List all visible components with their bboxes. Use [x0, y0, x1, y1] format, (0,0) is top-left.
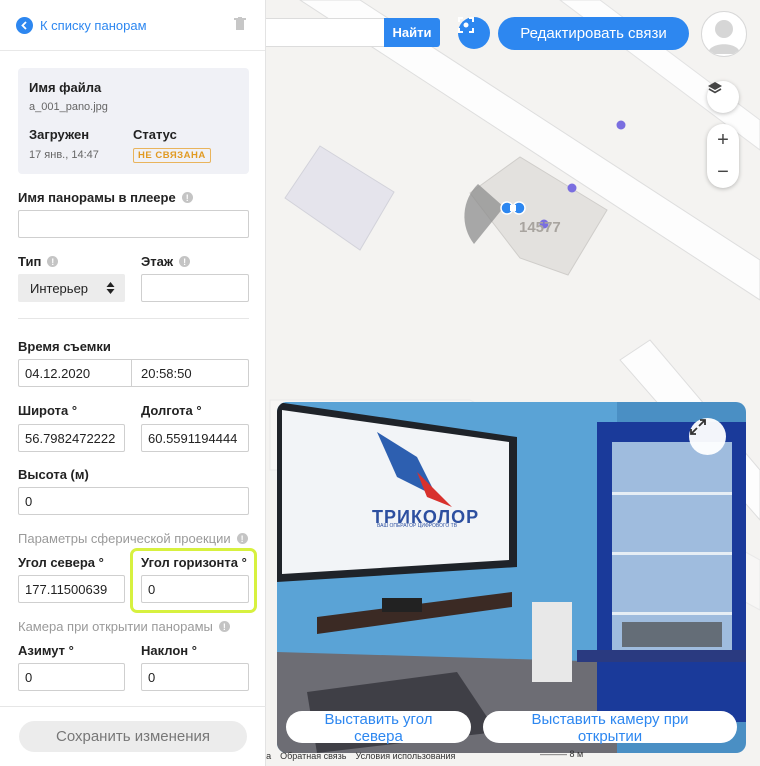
expand-panorama-button[interactable]	[689, 418, 726, 455]
type-label: Тип!	[18, 254, 59, 269]
longitude-input[interactable]	[141, 424, 249, 452]
azimuth-label: Азимут °	[18, 643, 74, 658]
panorama-image	[277, 402, 746, 753]
user-icon	[708, 20, 740, 54]
longitude-label: Долгота °	[141, 403, 202, 418]
back-icon[interactable]	[16, 16, 33, 34]
map-scale: ——— 8 м	[540, 749, 583, 759]
target-icon	[458, 17, 474, 33]
latitude-label: Широта °	[18, 403, 78, 418]
focus-target-button[interactable]	[458, 17, 490, 49]
file-name-value: a_001_pano.jpg	[29, 101, 108, 113]
expand-icon	[690, 419, 706, 435]
zoom-in-button[interactable]: +	[707, 124, 739, 156]
zoom-out-button[interactable]: −	[707, 156, 739, 188]
set-north-angle-button[interactable]: Выставить угол севера	[286, 711, 471, 745]
info-icon[interactable]: !	[179, 256, 191, 267]
azimuth-input[interactable]	[18, 663, 125, 691]
tv-tagline-text: ВАШ ОПЕРАТОР ЦИФРОВОГО ТВ	[377, 523, 458, 529]
scale-label: 8 м	[569, 749, 584, 759]
type-select-value: Интерьер	[30, 280, 89, 296]
info-icon[interactable]: !	[47, 256, 59, 267]
chevron-left-icon	[21, 20, 27, 30]
height-input[interactable]	[18, 487, 249, 515]
shot-time-input[interactable]	[131, 359, 249, 387]
map-search-input[interactable]	[258, 18, 384, 47]
tilt-input[interactable]	[141, 663, 249, 691]
uploaded-value: 17 янв., 14:47	[29, 149, 99, 161]
layers-icon	[708, 82, 722, 94]
file-info-card: Имя файла a_001_pano.jpg Загружен 17 янв…	[18, 68, 249, 174]
status-badge: НЕ СВЯЗАНА	[133, 148, 211, 163]
info-icon[interactable]: !	[181, 192, 193, 203]
user-avatar[interactable]	[701, 11, 747, 57]
zoom-control: + −	[707, 124, 739, 188]
type-select[interactable]: Интерьер	[18, 274, 125, 302]
file-name-label: Имя файла	[29, 80, 102, 95]
set-camera-open-button[interactable]: Выставить камеру при открытии	[483, 711, 737, 745]
panorama-preview[interactable]: ТРИКОЛОР ВАШ ОПЕРАТОР ЦИФРОВОГО ТВ Выста…	[277, 402, 746, 753]
camera-open-label: Камера при открытии панорамы!	[18, 619, 230, 634]
divider	[0, 706, 266, 707]
layers-button[interactable]	[707, 81, 739, 113]
player-name-label: Имя панорамы в плеере!	[18, 190, 193, 205]
back-to-list-link[interactable]: К списку панорам	[40, 18, 147, 33]
trash-icon[interactable]	[234, 17, 246, 34]
horizon-angle-label: Угол горизонта °	[141, 555, 247, 570]
info-icon[interactable]: !	[218, 621, 230, 632]
uploaded-label: Загружен	[29, 127, 90, 142]
sphere-params-label: Параметры сферической проекции!	[18, 531, 248, 546]
search-bar: Найти	[258, 18, 440, 47]
info-icon[interactable]: !	[236, 533, 248, 544]
terms-link[interactable]: Условия использования	[355, 751, 455, 761]
scale-bar: ———	[540, 749, 570, 759]
floor-label: Этаж!	[141, 254, 191, 269]
building-number: 14577	[519, 219, 561, 236]
select-arrows-icon	[106, 282, 115, 294]
feedback-link[interactable]: Обратная связь	[280, 751, 346, 761]
floor-input[interactable]	[141, 274, 249, 302]
search-button[interactable]: Найти	[384, 18, 440, 47]
sidebar: К списку панорам Имя файла a_001_pano.jp…	[0, 0, 266, 766]
save-changes-button[interactable]: Сохранить изменения	[19, 721, 247, 752]
height-label: Высота (м)	[18, 467, 89, 482]
sidebar-header: К списку панорам	[0, 0, 265, 51]
north-angle-label: Угол севера °	[18, 555, 104, 570]
shot-date-input[interactable]	[18, 359, 132, 387]
player-name-input[interactable]	[18, 210, 249, 238]
status-label: Статус	[133, 127, 177, 142]
latitude-input[interactable]	[18, 424, 125, 452]
north-angle-input[interactable]	[18, 575, 125, 603]
divider	[18, 318, 249, 319]
shot-time-label: Время съемки	[18, 339, 111, 354]
map-footer: ка Обратная связь Условия использования	[262, 751, 455, 761]
edit-links-button[interactable]: Редактировать связи	[498, 17, 689, 50]
horizon-angle-input[interactable]	[141, 575, 249, 603]
tilt-label: Наклон °	[141, 643, 197, 658]
